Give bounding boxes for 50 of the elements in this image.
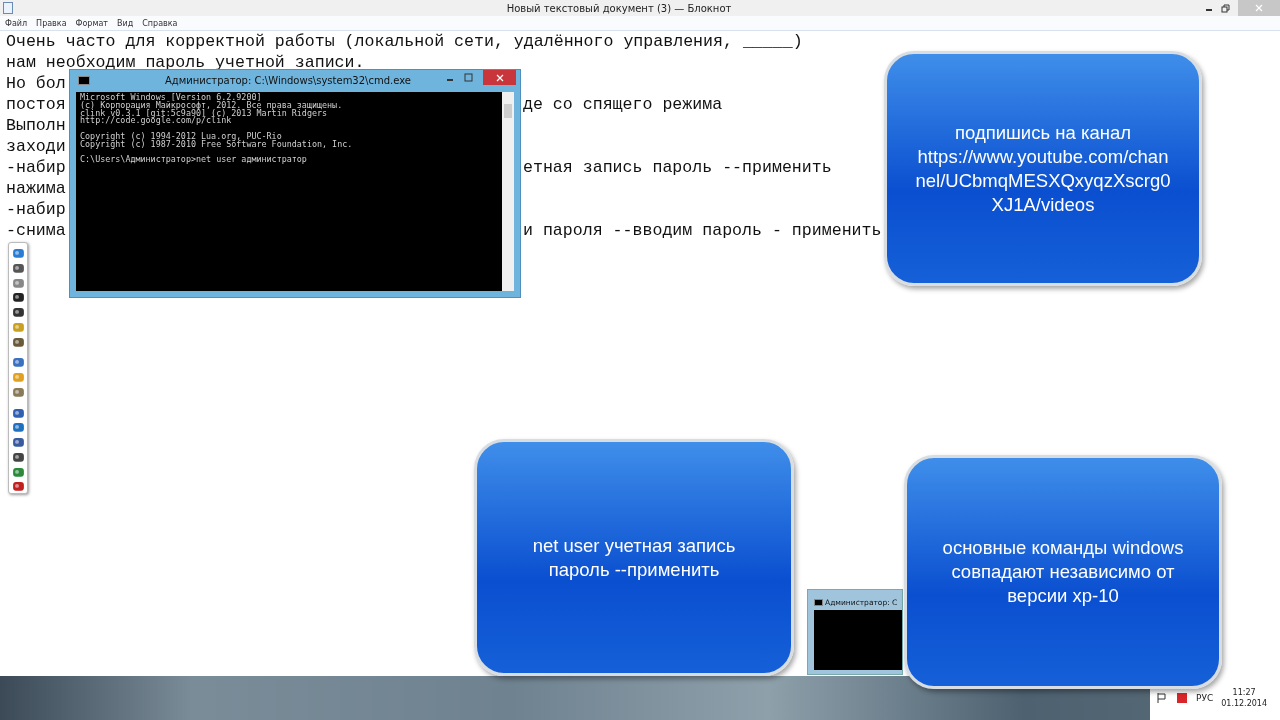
text-line: нам необходим пароль учетной записи.	[6, 53, 365, 74]
scrollbar[interactable]	[502, 92, 514, 291]
app-icon[interactable]	[11, 335, 25, 349]
maximize-icon[interactable]	[464, 73, 473, 82]
app-icon[interactable]	[11, 306, 25, 319]
text-line: етная запись пароль --применить	[523, 158, 832, 179]
console-icon	[814, 599, 823, 606]
callout-text: основные команды windows совпадают независимо от версии xp-10	[942, 536, 1184, 608]
app-icon[interactable]	[11, 450, 25, 464]
text-line: постоя	[6, 95, 66, 116]
app-icon[interactable]	[11, 291, 25, 304]
close-icon	[1255, 4, 1263, 12]
callout-text: net user учетная запись пароль --применить	[532, 533, 736, 582]
menu-item[interactable]: Формат	[75, 18, 109, 28]
console-line: Microsoft Windows [Version 6.2.9200]	[80, 94, 263, 102]
text-line: нажима	[6, 179, 66, 200]
text-line: Очень часто для корректной работы (локальной сети, удалённого управления, _____)	[6, 32, 803, 53]
console-line: Copyright (c) 1987-2010 Free Software Foundation, Inc.	[80, 140, 354, 149]
console-icon	[78, 75, 90, 85]
text-line: -снима	[6, 221, 66, 242]
text-line: де со спящего режима	[523, 95, 723, 116]
close-icon	[495, 73, 504, 82]
callout-text: подпишись на канал https://www.youtube.com/chan nel/UCbmqMESXQxyqzXscrg0 XJ1A/videos	[915, 120, 1171, 217]
menu-item[interactable]: Вид	[117, 18, 134, 28]
menu-item[interactable]: Файл	[5, 18, 28, 28]
menu-item[interactable]: Правка	[36, 18, 67, 28]
close-button[interactable]	[483, 70, 516, 85]
console-line: C:\Users\Администратор>net user администратор	[80, 156, 308, 165]
text-line: Выполн	[6, 116, 66, 137]
text-line: заходи	[6, 137, 66, 158]
language-indicator[interactable]: РУС	[1196, 693, 1214, 703]
app-icon[interactable]	[11, 261, 25, 275]
console-line: (c) Корпорация Майкрософт, 2012. Все права защищены.	[80, 101, 344, 110]
text-line: Но бол	[6, 74, 66, 95]
flag-icon[interactable]	[1156, 692, 1168, 704]
app-tray-icon[interactable]	[1176, 692, 1188, 704]
clock-date: 01.12.2014	[1221, 698, 1267, 709]
window-title: Новый текстовый документ (3) — Блокнот	[505, 2, 733, 14]
restore-icon[interactable]	[1221, 3, 1230, 13]
console-line: http://code.google.com/p/clink	[80, 117, 232, 126]
text-line: -набир	[6, 158, 66, 179]
app-icon[interactable]	[11, 406, 25, 420]
text-line: и пароля --вводим пароль - применить	[523, 221, 882, 242]
app-icon[interactable]	[11, 480, 25, 493]
menu-item[interactable]: Справка	[142, 18, 178, 28]
clock-time: 11:27	[1232, 687, 1256, 698]
cmd-title: Администратор: C:\Windows\system32\cmd.exe	[164, 74, 412, 86]
console-line: Copyright (c) 1994-2012 Lua.org, PUC-Rio	[80, 133, 282, 141]
text-line: -набир	[6, 200, 66, 221]
app-icon[interactable]	[11, 436, 25, 449]
